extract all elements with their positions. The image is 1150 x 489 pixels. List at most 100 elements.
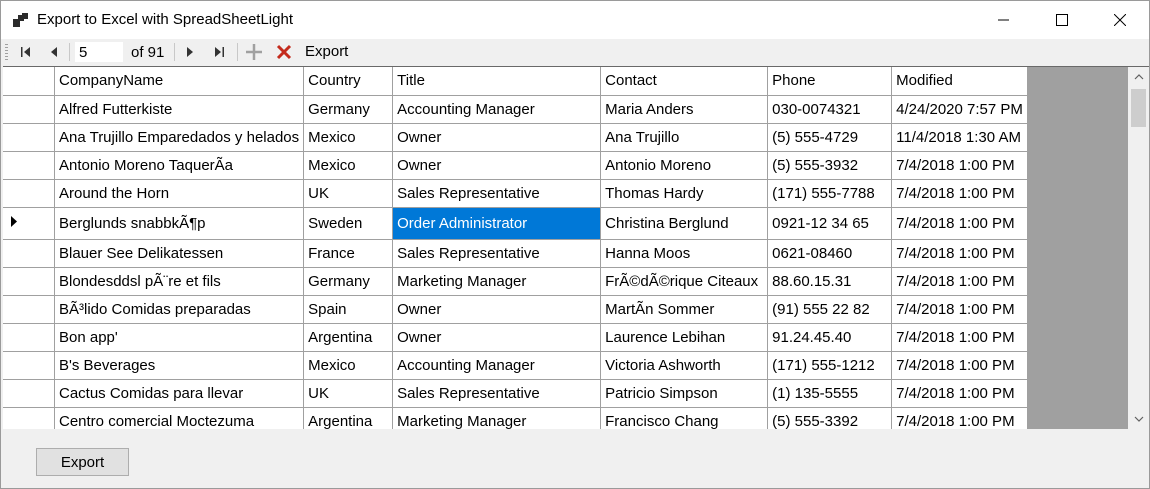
- table-cell[interactable]: Marketing Manager: [392, 407, 602, 429]
- table-cell[interactable]: Alfred Futterkiste: [54, 95, 305, 124]
- table-cell[interactable]: 7/4/2018 1:00 PM: [891, 323, 1029, 352]
- table-cell[interactable]: Antonio Moreno: [600, 151, 769, 180]
- row-header-cell[interactable]: [3, 179, 55, 208]
- row-header-cell[interactable]: [3, 151, 55, 180]
- table-cell[interactable]: (5) 555-4729: [767, 123, 893, 152]
- row-header-cell[interactable]: [3, 323, 55, 352]
- table-cell[interactable]: Berglunds snabbkÃ¶p: [54, 207, 305, 240]
- table-cell[interactable]: B's Beverages: [54, 351, 305, 380]
- table-cell[interactable]: Sales Representative: [392, 179, 602, 208]
- table-cell[interactable]: Germany: [303, 267, 394, 296]
- table-cell[interactable]: Owner: [392, 295, 602, 324]
- table-cell[interactable]: 7/4/2018 1:00 PM: [891, 295, 1029, 324]
- delete-button[interactable]: [273, 41, 295, 63]
- table-cell[interactable]: Bon app': [54, 323, 305, 352]
- table-cell[interactable]: Mexico: [303, 123, 394, 152]
- table-cell[interactable]: (1) 135-5555: [767, 379, 893, 408]
- table-cell[interactable]: 11/4/2018 1:30 AM: [891, 123, 1029, 152]
- table-cell[interactable]: Laurence Lebihan: [600, 323, 769, 352]
- table-row[interactable]: Cactus Comidas para llevar UK Sales Repres…: [3, 379, 1029, 408]
- move-next-button[interactable]: [179, 41, 201, 63]
- scroll-up-button[interactable]: [1128, 67, 1149, 87]
- table-cell[interactable]: 0621-08460: [767, 239, 893, 268]
- table-cell[interactable]: Cactus Comidas para llevar: [54, 379, 305, 408]
- export-button[interactable]: Export: [36, 448, 129, 476]
- table-cell[interactable]: Around the Horn: [54, 179, 305, 208]
- position-input[interactable]: [75, 42, 123, 62]
- scroll-down-button[interactable]: [1128, 409, 1149, 429]
- table-row[interactable]: Bon app' Argentina Owner Laurence Lebihan 91…: [3, 323, 1029, 352]
- table-cell[interactable]: UK: [303, 379, 394, 408]
- maximize-button[interactable]: [1033, 1, 1091, 39]
- table-cell[interactable]: Sales Representative: [392, 379, 602, 408]
- table-cell[interactable]: Victoria Ashworth: [600, 351, 769, 380]
- table-cell[interactable]: France: [303, 239, 394, 268]
- table-cell[interactable]: 7/4/2018 1:00 PM: [891, 351, 1029, 380]
- table-cell[interactable]: (5) 555-3932: [767, 151, 893, 180]
- table-row[interactable]: Berglunds snabbkÃ¶p Sweden Order Administr…: [3, 207, 1029, 240]
- table-cell[interactable]: 7/4/2018 1:00 PM: [891, 407, 1029, 429]
- move-previous-button[interactable]: [43, 41, 65, 63]
- table-cell[interactable]: Antonio Moreno TaquerÃ­a: [54, 151, 305, 180]
- table-cell[interactable]: Hanna Moos: [600, 239, 769, 268]
- table-row[interactable]: Centro comercial Moctezuma Argentina Marke…: [3, 407, 1029, 429]
- table-cell[interactable]: (91) 555 22 82: [767, 295, 893, 324]
- toolbar-export-button[interactable]: Export: [301, 41, 352, 63]
- scrollbar-thumb[interactable]: [1131, 89, 1146, 127]
- table-cell[interactable]: Sales Representative: [392, 239, 602, 268]
- table-cell[interactable]: Maria Anders: [600, 95, 769, 124]
- table-cell[interactable]: 7/4/2018 1:00 PM: [891, 267, 1029, 296]
- table-cell[interactable]: Francisco Chang: [600, 407, 769, 429]
- table-row[interactable]: Antonio Moreno TaquerÃ­a Mexico Owner Anton…: [3, 151, 1029, 180]
- table-cell[interactable]: 88.60.15.31: [767, 267, 893, 296]
- row-header-cell[interactable]: [3, 95, 55, 124]
- table-cell[interactable]: Order Administrator: [392, 207, 602, 240]
- table-cell[interactable]: Accounting Manager: [392, 95, 602, 124]
- table-cell[interactable]: 7/4/2018 1:00 PM: [891, 179, 1029, 208]
- column-header[interactable]: Phone: [767, 67, 893, 96]
- table-cell[interactable]: 91.24.45.40: [767, 323, 893, 352]
- top-left-header-cell[interactable]: [3, 67, 55, 96]
- row-header-cell[interactable]: [3, 295, 55, 324]
- move-last-button[interactable]: [208, 41, 230, 63]
- table-cell[interactable]: Centro comercial Moctezuma: [54, 407, 305, 429]
- table-cell[interactable]: Sweden: [303, 207, 394, 240]
- row-header-cell[interactable]: [3, 123, 55, 152]
- table-cell[interactable]: Marketing Manager: [392, 267, 602, 296]
- table-row[interactable]: Around the Horn UK Sales Representative Tho…: [3, 179, 1029, 208]
- table-cell[interactable]: BÃ³lido Comidas preparadas: [54, 295, 305, 324]
- table-cell[interactable]: 4/24/2020 7:57 PM: [891, 95, 1029, 124]
- table-cell[interactable]: FrÃ©dÃ©rique Citeaux: [600, 267, 769, 296]
- minimize-button[interactable]: [975, 1, 1033, 39]
- data-grid[interactable]: CompanyName Country Title Contact Phone …: [3, 66, 1149, 429]
- title-bar[interactable]: Export to Excel with SpreadSheetLight: [1, 1, 1149, 39]
- table-row[interactable]: Blauer See Delikatessen France Sales Repre…: [3, 239, 1029, 268]
- table-cell[interactable]: Owner: [392, 123, 602, 152]
- table-cell[interactable]: 0921-12 34 65: [767, 207, 893, 240]
- table-cell[interactable]: Mexico: [303, 151, 394, 180]
- table-cell[interactable]: Owner: [392, 323, 602, 352]
- table-cell[interactable]: Christina Berglund: [600, 207, 769, 240]
- table-cell[interactable]: Ana Trujillo: [600, 123, 769, 152]
- table-cell[interactable]: Argentina: [303, 407, 394, 429]
- table-cell[interactable]: UK: [303, 179, 394, 208]
- table-row[interactable]: Blondesddsl pÃ¨re et fils Germany Marketin…: [3, 267, 1029, 296]
- row-header-cell[interactable]: [3, 207, 55, 240]
- close-button[interactable]: [1091, 1, 1149, 39]
- row-header-cell[interactable]: [3, 267, 55, 296]
- table-cell[interactable]: 7/4/2018 1:00 PM: [891, 151, 1029, 180]
- table-cell[interactable]: Germany: [303, 95, 394, 124]
- move-first-button[interactable]: [15, 41, 37, 63]
- column-header[interactable]: CompanyName: [54, 67, 305, 96]
- table-cell[interactable]: Spain: [303, 295, 394, 324]
- row-header-cell[interactable]: [3, 407, 55, 429]
- table-cell[interactable]: Blondesddsl pÃ¨re et fils: [54, 267, 305, 296]
- row-header-cell[interactable]: [3, 379, 55, 408]
- table-row[interactable]: B's Beverages Mexico Accounting Manager Vic…: [3, 351, 1029, 380]
- table-row[interactable]: Alfred Futterkiste Germany Accounting Mana…: [3, 95, 1029, 124]
- vertical-scrollbar[interactable]: [1128, 67, 1149, 429]
- column-header[interactable]: Modified: [891, 67, 1029, 96]
- table-cell[interactable]: (171) 555-1212: [767, 351, 893, 380]
- table-cell[interactable]: Blauer See Delikatessen: [54, 239, 305, 268]
- table-cell[interactable]: (5) 555-3392: [767, 407, 893, 429]
